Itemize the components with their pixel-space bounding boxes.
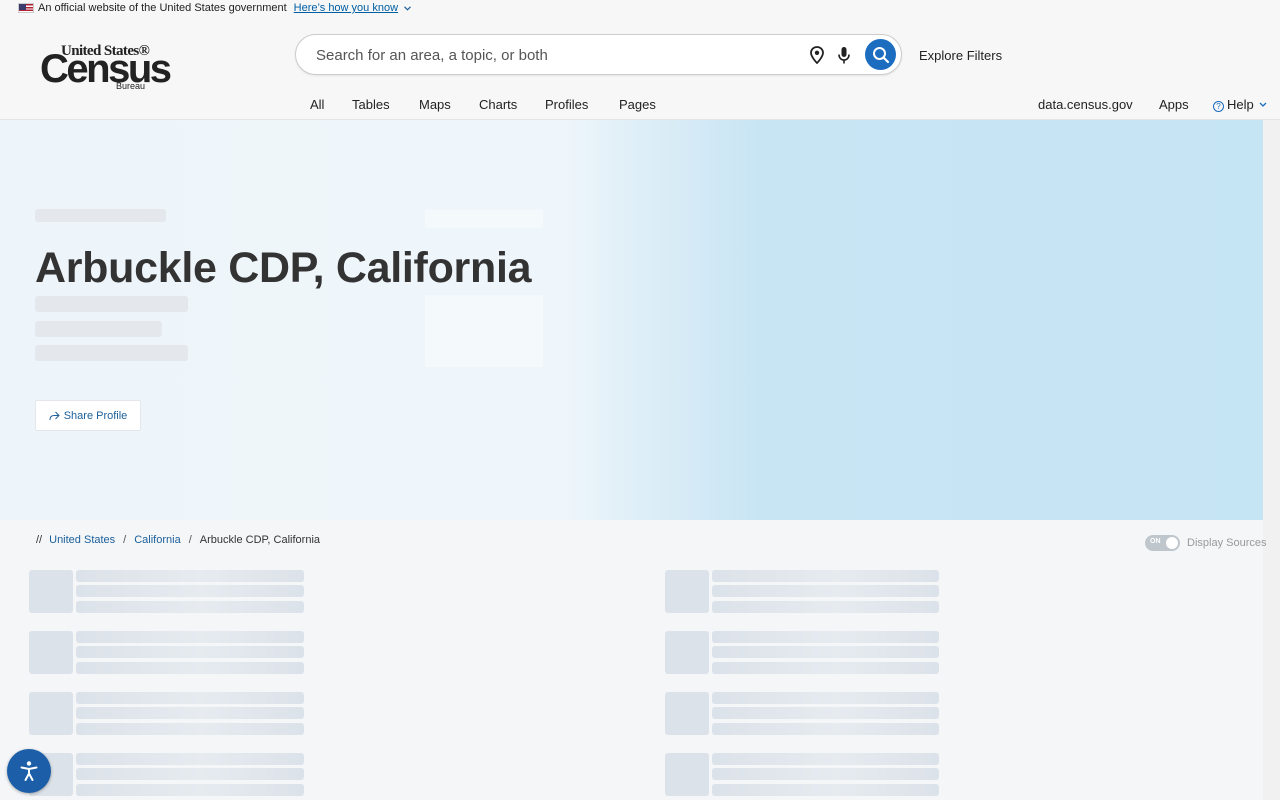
tab-all[interactable]: All bbox=[310, 97, 324, 112]
help-icon: ? bbox=[1213, 101, 1224, 112]
display-sources-label: Display Sources bbox=[1187, 537, 1267, 549]
loading-line bbox=[76, 692, 304, 704]
loading-thumb bbox=[29, 692, 73, 735]
page-scrollbar[interactable] bbox=[1263, 120, 1280, 800]
microphone-icon[interactable] bbox=[837, 46, 851, 65]
breadcrumb-united-states[interactable]: United States bbox=[49, 534, 115, 546]
breadcrumb-current: Arbuckle CDP, California bbox=[199, 534, 321, 546]
loading-thumb bbox=[665, 631, 709, 674]
gov-banner-text: An official website of the United States… bbox=[38, 2, 287, 14]
toggle-knob bbox=[1166, 537, 1178, 549]
tab-profiles[interactable]: Profiles bbox=[545, 97, 588, 112]
site-header: United States® Census Bureau Explore Fil… bbox=[0, 16, 1280, 120]
tab-tables[interactable]: Tables bbox=[352, 97, 390, 112]
loading-line bbox=[712, 585, 939, 597]
logo-census: Census bbox=[40, 47, 172, 91]
hero-ghost-graphic-2 bbox=[425, 295, 543, 367]
tab-charts[interactable]: Charts bbox=[479, 97, 517, 112]
loading-thumb bbox=[29, 570, 73, 613]
tab-maps[interactable]: Maps bbox=[419, 97, 451, 112]
loading-line bbox=[712, 692, 939, 704]
loading-line bbox=[712, 753, 939, 765]
loading-line bbox=[76, 601, 304, 613]
explore-filters-link[interactable]: Explore Filters bbox=[919, 48, 1002, 63]
loading-thumb bbox=[665, 570, 709, 613]
loading-line bbox=[76, 784, 304, 796]
help-menu[interactable]: ? Help bbox=[1213, 97, 1267, 112]
loading-line bbox=[76, 723, 304, 735]
heres-how-you-know-link[interactable]: Here’s how you know bbox=[294, 2, 398, 14]
logo-bureau: Bureau bbox=[116, 81, 146, 91]
loading-placeholder bbox=[35, 296, 188, 312]
loading-line bbox=[76, 707, 304, 719]
tab-pages[interactable]: Pages bbox=[619, 97, 656, 112]
loading-thumb bbox=[665, 753, 709, 796]
census-logo[interactable]: United States® Census Bureau bbox=[40, 43, 172, 93]
hero-ghost-graphic bbox=[425, 210, 543, 228]
search-input[interactable] bbox=[316, 45, 796, 65]
loading-line bbox=[76, 768, 304, 780]
breadcrumb-separator: / bbox=[188, 534, 192, 546]
location-pin-icon[interactable] bbox=[809, 46, 825, 65]
loading-line bbox=[712, 768, 939, 780]
loading-line bbox=[712, 570, 939, 582]
loading-thumb bbox=[665, 692, 709, 735]
profile-hero: Arbuckle CDP, California Share Profile bbox=[0, 120, 1263, 520]
loading-line bbox=[76, 753, 304, 765]
search-bar bbox=[295, 34, 902, 75]
search-icon bbox=[872, 46, 889, 63]
breadcrumb-california[interactable]: California bbox=[134, 534, 180, 546]
loading-placeholder bbox=[35, 209, 166, 222]
apps-link[interactable]: Apps bbox=[1159, 97, 1189, 112]
loading-line bbox=[712, 784, 939, 796]
chevron-down-icon[interactable] bbox=[404, 3, 411, 13]
loading-thumb bbox=[29, 631, 73, 674]
help-label: Help bbox=[1227, 97, 1254, 112]
page-title: Arbuckle CDP, California bbox=[35, 244, 532, 292]
loading-line bbox=[712, 707, 939, 719]
accessibility-icon bbox=[20, 761, 38, 781]
loading-placeholder bbox=[35, 345, 188, 361]
loading-line bbox=[712, 646, 939, 658]
us-flag-icon bbox=[18, 3, 34, 13]
loading-placeholder bbox=[35, 321, 162, 337]
loading-line bbox=[712, 631, 939, 643]
share-profile-button[interactable]: Share Profile bbox=[35, 400, 141, 431]
breadcrumb-prefix: // bbox=[36, 534, 43, 546]
breadcrumb: // United States / California / Arbuckle… bbox=[36, 534, 320, 546]
search-button[interactable] bbox=[865, 39, 896, 70]
gov-banner: An official website of the United States… bbox=[0, 0, 1280, 16]
loading-line bbox=[712, 723, 939, 735]
chevron-down-icon bbox=[1259, 102, 1267, 107]
toggle-state-label: ON bbox=[1150, 538, 1161, 545]
loading-line bbox=[76, 631, 304, 643]
loading-line bbox=[712, 601, 939, 613]
loading-line bbox=[712, 662, 939, 674]
accessibility-button[interactable] bbox=[7, 749, 51, 793]
loading-line bbox=[76, 646, 304, 658]
breadcrumb-separator: / bbox=[123, 534, 127, 546]
loading-line bbox=[76, 570, 304, 582]
loading-line bbox=[76, 662, 304, 674]
display-sources-toggle[interactable]: ON bbox=[1145, 535, 1180, 551]
loading-line bbox=[76, 585, 304, 597]
share-icon bbox=[49, 411, 60, 420]
data-census-gov-link[interactable]: data.census.gov bbox=[1038, 97, 1133, 112]
share-profile-label: Share Profile bbox=[63, 409, 128, 422]
